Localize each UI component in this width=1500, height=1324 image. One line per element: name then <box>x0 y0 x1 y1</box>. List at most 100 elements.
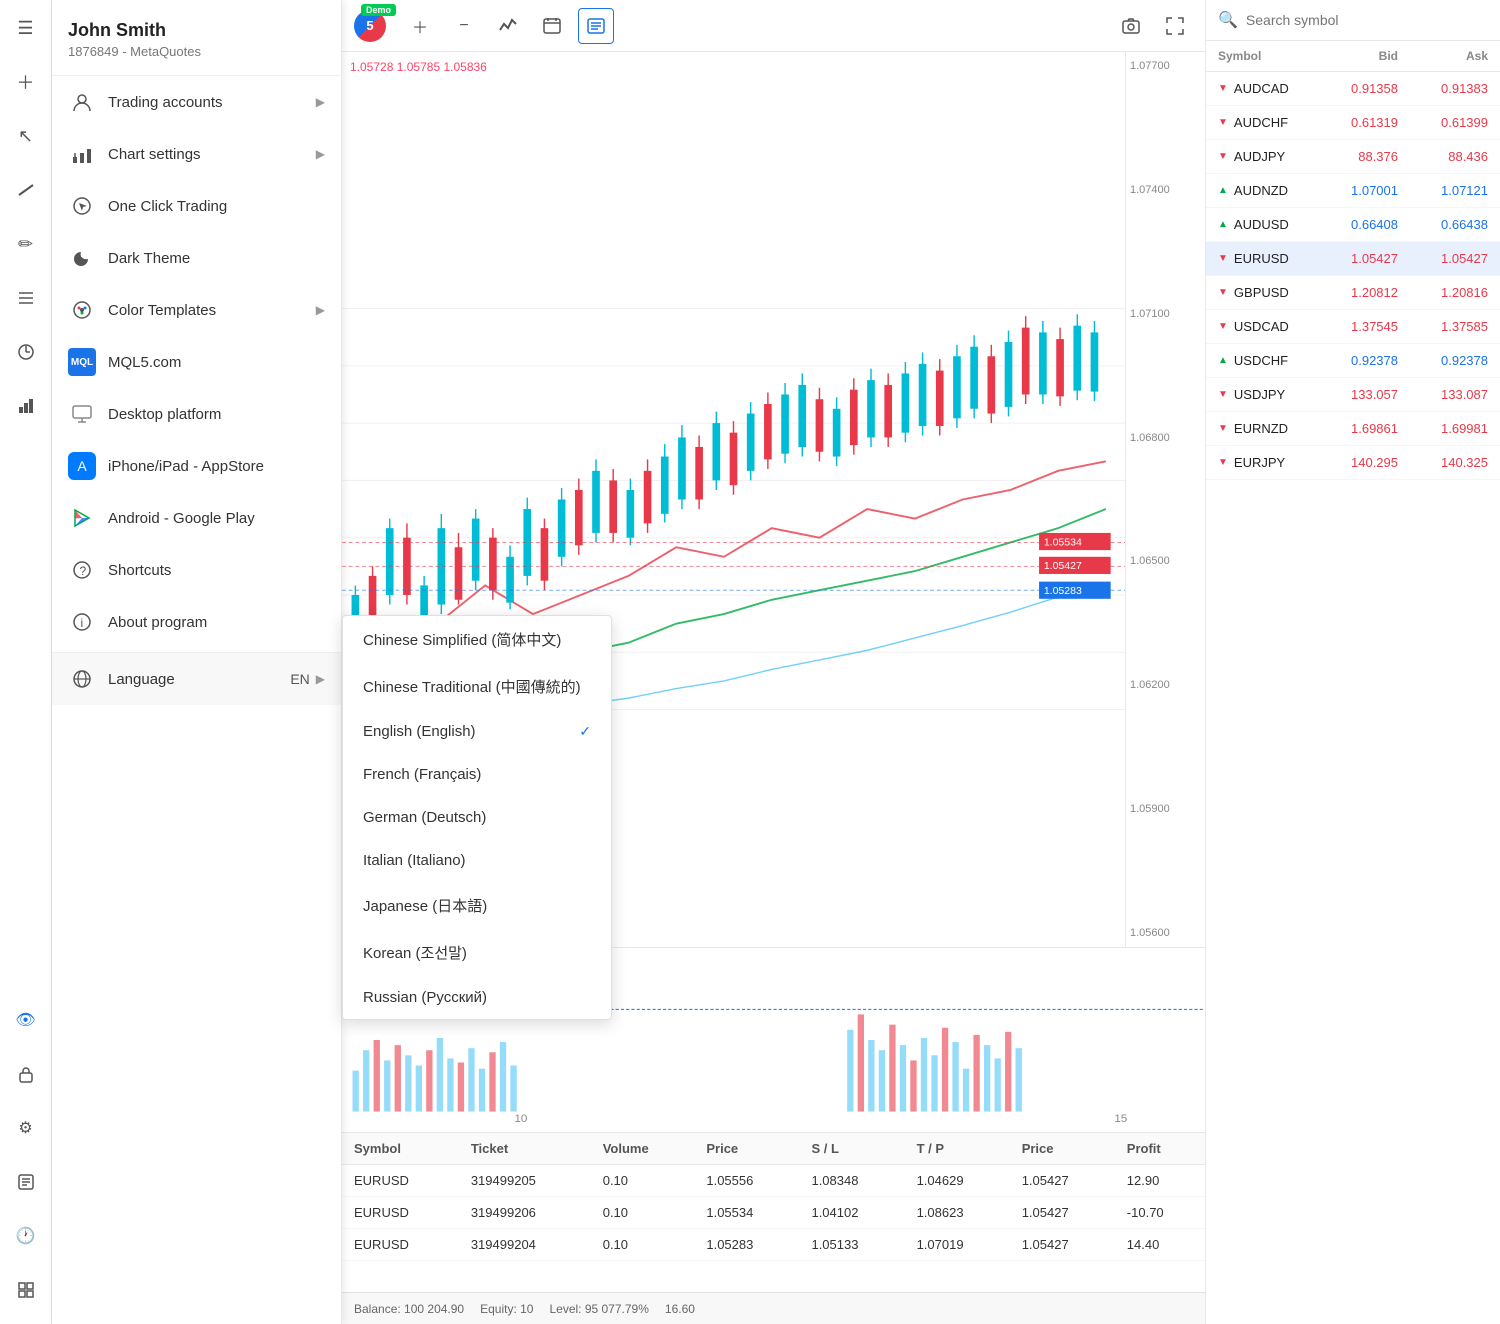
symbol-row-usdjpy[interactable]: ▼USDJPY 133.057 133.087 <box>1206 378 1500 412</box>
menu-item-desktop[interactable]: Desktop platform <box>52 388 341 440</box>
cell-volume-1: 0.10 <box>591 1165 695 1197</box>
menu-label-color-templates: Color Templates <box>108 302 316 319</box>
watchlist-button[interactable] <box>578 8 614 44</box>
symbol-row-audcad[interactable]: ▼AUDCAD 0.91358 0.91383 <box>1206 72 1500 106</box>
menu-item-mql5[interactable]: MQL MQL5.com <box>52 336 341 388</box>
lang-label-ja: Japanese (日本語) <box>363 895 487 916</box>
lang-item-de[interactable]: German (Deutsch) <box>343 796 611 839</box>
lang-item-en[interactable]: English (English) ✓ <box>343 710 611 753</box>
table-row[interactable]: EURUSD 319499206 0.10 1.05534 1.04102 1.… <box>342 1197 1205 1229</box>
cell-curprice-2: 1.05427 <box>1010 1197 1115 1229</box>
draw-tool-icon[interactable]: ✏ <box>8 226 44 262</box>
fullscreen-button[interactable] <box>1157 8 1193 44</box>
lang-item-ja[interactable]: Japanese (日本語) <box>343 882 611 929</box>
table-row[interactable]: EURUSD 319499204 0.10 1.05283 1.05133 1.… <box>342 1229 1205 1261</box>
line-tool-icon[interactable] <box>8 172 44 208</box>
cell-volume-2: 0.10 <box>591 1197 695 1229</box>
price-level-6: 1.06200 <box>1130 679 1201 691</box>
col-profit: Profit <box>1115 1133 1205 1165</box>
bid-eurnzd: 1.69861 <box>1308 421 1398 436</box>
ask-audusd: 0.66438 <box>1398 217 1488 232</box>
symbol-row-audusd[interactable]: ▲AUDUSD 0.66408 0.66438 <box>1206 208 1500 242</box>
settings-icon[interactable]: ⚙ <box>8 1110 44 1146</box>
symbol-name-audchf: ▼AUDCHF <box>1218 115 1308 130</box>
screenshot-button[interactable] <box>1113 8 1149 44</box>
ask-audjpy: 88.436 <box>1398 149 1488 164</box>
symbol-row-eurusd[interactable]: ▼EURUSD 1.05427 1.05427 <box>1206 242 1500 276</box>
menu-item-shortcuts[interactable]: ? Shortcuts <box>52 544 341 596</box>
timeframe-button[interactable] <box>534 8 570 44</box>
lock-icon[interactable] <box>8 1056 44 1092</box>
lang-item-ko[interactable]: Korean (조선말) <box>343 929 611 976</box>
eye-icon[interactable]: 👁 <box>8 1002 44 1038</box>
bid-audnzd: 1.07001 <box>1308 183 1398 198</box>
symbol-row-gbpusd[interactable]: ▼GBPUSD 1.20812 1.20816 <box>1206 276 1500 310</box>
table-row[interactable]: EURUSD 319499205 0.10 1.05556 1.08348 1.… <box>342 1165 1205 1197</box>
lang-label-ru: Russian (Русский) <box>363 989 487 1006</box>
add-icon[interactable]: ＋ <box>8 64 44 100</box>
price-highlight-1: 1.05534 <box>1044 536 1082 548</box>
symbols-table: ▼AUDCAD 0.91358 0.91383 ▼AUDCHF 0.61319 … <box>1206 72 1500 1324</box>
moon-icon <box>68 244 96 272</box>
menu-item-trading-accounts[interactable]: Trading accounts ▶ <box>52 76 341 128</box>
menu-item-color-templates[interactable]: Color Templates ▶ <box>52 284 341 336</box>
menu-item-android[interactable]: Android - Google Play <box>52 492 341 544</box>
cell-price-3: 1.05283 <box>694 1229 799 1261</box>
lang-item-it[interactable]: Italian (Italiano) <box>343 839 611 882</box>
arrow-down-icon-8: ▼ <box>1218 423 1228 434</box>
cell-profit-2: -10.70 <box>1115 1197 1205 1229</box>
symbol-row-eurjpy[interactable]: ▼EURJPY 140.295 140.325 <box>1206 446 1500 480</box>
bid-usdjpy: 133.057 <box>1308 387 1398 402</box>
menu-item-dark-theme[interactable]: Dark Theme <box>52 232 341 284</box>
hamburger-menu-icon[interactable]: ☰ <box>8 10 44 46</box>
ask-usdcad: 1.37585 <box>1398 319 1488 334</box>
price-level-3: 1.07100 <box>1130 308 1201 320</box>
indicator-button[interactable] <box>490 8 526 44</box>
menu-item-about[interactable]: i About program <box>52 596 341 648</box>
google-play-icon <box>68 504 96 532</box>
orders-icon[interactable] <box>8 1164 44 1200</box>
symbols-header: Symbol Bid Ask <box>1206 41 1500 72</box>
svg-text:i: i <box>81 616 84 630</box>
symbol-row-audchf[interactable]: ▼AUDCHF 0.61319 0.61399 <box>1206 106 1500 140</box>
lang-item-zh-tw[interactable]: Chinese Traditional (中國傳統的) <box>343 663 611 710</box>
desktop-icon <box>68 400 96 428</box>
col-price: Price <box>694 1133 799 1165</box>
menu-item-one-click[interactable]: One Click Trading <box>52 180 341 232</box>
symbol-name-audnzd: ▲AUDNZD <box>1218 183 1308 198</box>
arrow-down-icon-4: ▼ <box>1218 253 1228 264</box>
menu-item-iphone[interactable]: A iPhone/iPad - AppStore <box>52 440 341 492</box>
equity-text: Equity: 10 <box>480 1302 533 1316</box>
price-level-4: 1.06800 <box>1130 432 1201 444</box>
fib-tool-icon[interactable] <box>8 280 44 316</box>
arrow-down-icon: ▼ <box>1218 83 1228 94</box>
grid-icon[interactable] <box>8 1272 44 1308</box>
symbol-row-usdchf[interactable]: ▲USDCHF 0.92378 0.92378 <box>1206 344 1500 378</box>
symbol-row-audnzd[interactable]: ▲AUDNZD 1.07001 1.07121 <box>1206 174 1500 208</box>
menu-item-language[interactable]: Language EN ▶ <box>52 652 341 705</box>
clock-icon[interactable]: 🕐 <box>8 1218 44 1254</box>
add-object-button[interactable]: ＋ <box>402 8 438 44</box>
bar-chart-icon[interactable] <box>8 388 44 424</box>
cursor-tool-icon[interactable]: ↖ <box>8 118 44 154</box>
lang-item-ru[interactable]: Russian (Русский) <box>343 976 611 1019</box>
remove-object-button[interactable]: − <box>446 8 482 44</box>
symbol-row-eurnzd[interactable]: ▼EURNZD 1.69861 1.69981 <box>1206 412 1500 446</box>
symbol-row-usdcad[interactable]: ▼USDCAD 1.37545 1.37585 <box>1206 310 1500 344</box>
symbol-row-audjpy[interactable]: ▼AUDJPY 88.376 88.436 <box>1206 140 1500 174</box>
symbol-name-eurnzd: ▼EURNZD <box>1218 421 1308 436</box>
lang-item-zh-cn[interactable]: Chinese Simplified (简体中文) <box>343 616 611 663</box>
lang-item-fr[interactable]: French (Français) <box>343 753 611 796</box>
svg-text:15: 15 <box>1114 1113 1127 1125</box>
language-arrow-icon: ▶ <box>316 672 325 686</box>
arrow-right-icon: ▶ <box>316 95 325 109</box>
search-input[interactable] <box>1246 12 1488 28</box>
price-highlight-2: 1.05427 <box>1044 560 1082 572</box>
globe-icon <box>68 665 96 693</box>
cell-sl-2: 1.04102 <box>799 1197 904 1229</box>
lang-label-zh-cn: Chinese Simplified (简体中文) <box>363 629 561 650</box>
person-icon <box>68 88 96 116</box>
indicator-icon[interactable] <box>8 334 44 370</box>
menu-item-chart-settings[interactable]: Chart settings ▶ <box>52 128 341 180</box>
bid-usdchf: 0.92378 <box>1308 353 1398 368</box>
